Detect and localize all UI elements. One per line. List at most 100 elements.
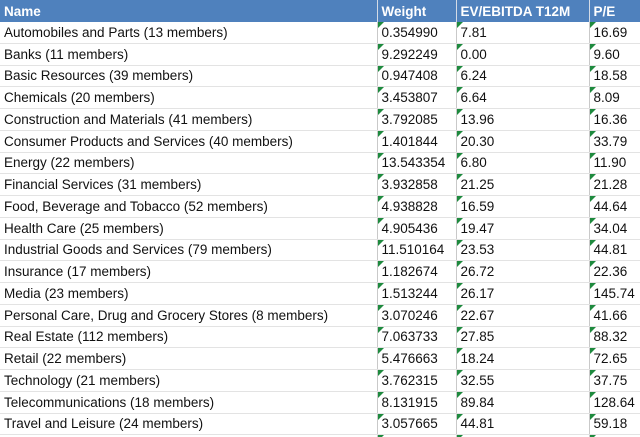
weight-cell[interactable]: 11.510164	[377, 239, 457, 262]
weight-cell[interactable]: 1.401844	[377, 130, 457, 153]
ev-ebitda-cell[interactable]: 19.47	[456, 217, 590, 240]
pe-cell[interactable]: 44.81	[589, 239, 640, 262]
sector-name-cell[interactable]: Basic Resources (39 members)	[0, 65, 378, 88]
sector-name-cell[interactable]: Technology (21 members)	[0, 369, 378, 392]
weight-cell[interactable]: 3.792085	[377, 108, 457, 131]
ev-ebitda-cell[interactable]: 13.96	[456, 108, 590, 131]
ev-ebitda-cell[interactable]: 18.24	[456, 347, 590, 370]
column-header-ev-ebitda[interactable]: EV/EBITDA T12M	[456, 0, 590, 22]
weight-cell[interactable]: 1.182674	[377, 260, 457, 283]
column-header-pe[interactable]: P/E	[589, 0, 640, 22]
pe-cell[interactable]: 11.90	[589, 152, 640, 175]
sector-name-cell[interactable]: Energy (22 members)	[0, 152, 378, 175]
pe-cell[interactable]: 34.04	[589, 217, 640, 240]
ev-ebitda-cell[interactable]: 6.80	[456, 152, 590, 175]
pe-cell[interactable]: 18.58	[589, 65, 640, 88]
column-header-name[interactable]: Name	[0, 0, 378, 22]
table-row: Telecommunications (18 members) 8.131915 8…	[0, 391, 640, 414]
table-row: Personal Care, Drug and Grocery Stores (…	[0, 304, 640, 327]
ev-ebitda-cell[interactable]: 32.55	[456, 369, 590, 392]
table-row: Health Care (25 members) 4.905436 19.47 34.…	[0, 217, 640, 240]
sector-name-cell[interactable]: Financial Services (31 members)	[0, 173, 378, 196]
sector-name-cell[interactable]: Health Care (25 members)	[0, 217, 378, 240]
weight-cell[interactable]: 7.063733	[377, 326, 457, 349]
ev-ebitda-cell[interactable]: 44.81	[456, 413, 590, 436]
ev-ebitda-cell[interactable]: 6.24	[456, 65, 590, 88]
table-row: Travel and Leisure (24 members) 3.057665 4…	[0, 413, 640, 436]
pe-cell[interactable]: 41.66	[589, 304, 640, 327]
sector-name-cell[interactable]: Food, Beverage and Tobacco (52 members)	[0, 195, 378, 218]
table-row: Industrial Goods and Services (79 member…	[0, 239, 640, 262]
spreadsheet: Name Weight EV/EBITDA T12M P/E Automobil…	[0, 0, 640, 437]
ev-ebitda-cell[interactable]: 26.72	[456, 260, 590, 283]
sector-name-cell[interactable]: Telecommunications (18 members)	[0, 391, 378, 414]
pe-cell[interactable]: 8.09	[589, 86, 640, 109]
table-row: Automobiles and Parts (13 members) 0.3549…	[0, 22, 640, 44]
table-row: Consumer Products and Services (40 membe…	[0, 130, 640, 153]
pe-cell[interactable]: 16.36	[589, 108, 640, 131]
weight-cell[interactable]: 9.292249	[377, 43, 457, 66]
ev-ebitda-cell[interactable]: 26.17	[456, 282, 590, 305]
pe-cell[interactable]: 59.18	[589, 413, 640, 436]
table-row: Retail (22 members) 5.476663 18.24 72.65	[0, 347, 640, 370]
weight-cell[interactable]: 0.354990	[377, 22, 457, 44]
pe-cell[interactable]: 128.64	[589, 391, 640, 414]
pe-cell[interactable]: 16.69	[589, 22, 640, 44]
table-row: Construction and Materials (41 members) 3…	[0, 108, 640, 131]
table-row: Financial Services (31 members) 3.932858 2…	[0, 173, 640, 196]
sector-name-cell[interactable]: Automobiles and Parts (13 members)	[0, 22, 378, 44]
weight-cell[interactable]: 4.905436	[377, 217, 457, 240]
table-row: Banks (11 members) 9.292249 0.00 9.60	[0, 43, 640, 66]
ev-ebitda-cell[interactable]: 89.84	[456, 391, 590, 414]
sector-name-cell[interactable]: Real Estate (112 members)	[0, 326, 378, 349]
ev-ebitda-cell[interactable]: 7.81	[456, 22, 590, 44]
ev-ebitda-cell[interactable]: 0.00	[456, 43, 590, 66]
sector-name-cell[interactable]: Construction and Materials (41 members)	[0, 108, 378, 131]
pe-cell[interactable]: 88.32	[589, 326, 640, 349]
pe-cell[interactable]: 22.36	[589, 260, 640, 283]
table-row: Chemicals (20 members) 3.453807 6.64 8.09	[0, 86, 640, 109]
header-row: Name Weight EV/EBITDA T12M P/E	[0, 0, 640, 22]
pe-cell[interactable]: 37.75	[589, 369, 640, 392]
weight-cell[interactable]: 3.762315	[377, 369, 457, 392]
weight-cell[interactable]: 3.057665	[377, 413, 457, 436]
ev-ebitda-cell[interactable]: 6.64	[456, 86, 590, 109]
weight-cell[interactable]: 13.543354	[377, 152, 457, 175]
pe-cell[interactable]: 44.64	[589, 195, 640, 218]
column-header-weight[interactable]: Weight	[377, 0, 457, 22]
pe-cell[interactable]: 9.60	[589, 43, 640, 66]
weight-cell[interactable]: 3.932858	[377, 173, 457, 196]
pe-cell[interactable]: 72.65	[589, 347, 640, 370]
sector-table: Name Weight EV/EBITDA T12M P/E Automobil…	[0, 0, 640, 437]
sector-name-cell[interactable]: Banks (11 members)	[0, 43, 378, 66]
pe-cell[interactable]: 145.74	[589, 282, 640, 305]
sector-name-cell[interactable]: Consumer Products and Services (40 membe…	[0, 130, 378, 153]
pe-cell[interactable]: 33.79	[589, 130, 640, 153]
table-row: Media (23 members) 1.513244 26.17 145.74	[0, 282, 640, 305]
weight-cell[interactable]: 0.947408	[377, 65, 457, 88]
weight-cell[interactable]: 5.476663	[377, 347, 457, 370]
weight-cell[interactable]: 3.070246	[377, 304, 457, 327]
table-row: Basic Resources (39 members) 0.947408 6.24…	[0, 65, 640, 88]
ev-ebitda-cell[interactable]: 27.85	[456, 326, 590, 349]
table-body: Automobiles and Parts (13 members) 0.3549…	[0, 22, 640, 437]
table-row: Energy (22 members) 13.543354 6.80 11.90	[0, 152, 640, 175]
weight-cell[interactable]: 1.513244	[377, 282, 457, 305]
sector-name-cell[interactable]: Media (23 members)	[0, 282, 378, 305]
ev-ebitda-cell[interactable]: 16.59	[456, 195, 590, 218]
ev-ebitda-cell[interactable]: 23.53	[456, 239, 590, 262]
ev-ebitda-cell[interactable]: 22.67	[456, 304, 590, 327]
weight-cell[interactable]: 3.453807	[377, 86, 457, 109]
sector-name-cell[interactable]: Chemicals (20 members)	[0, 86, 378, 109]
weight-cell[interactable]: 4.938828	[377, 195, 457, 218]
sector-name-cell[interactable]: Personal Care, Drug and Grocery Stores (…	[0, 304, 378, 327]
pe-cell[interactable]: 21.28	[589, 173, 640, 196]
sector-name-cell[interactable]: Travel and Leisure (24 members)	[0, 413, 378, 436]
table-row: Real Estate (112 members) 7.063733 27.85 88…	[0, 326, 640, 349]
sector-name-cell[interactable]: Industrial Goods and Services (79 member…	[0, 239, 378, 262]
weight-cell[interactable]: 8.131915	[377, 391, 457, 414]
ev-ebitda-cell[interactable]: 20.30	[456, 130, 590, 153]
ev-ebitda-cell[interactable]: 21.25	[456, 173, 590, 196]
sector-name-cell[interactable]: Retail (22 members)	[0, 347, 378, 370]
sector-name-cell[interactable]: Insurance (17 members)	[0, 260, 378, 283]
